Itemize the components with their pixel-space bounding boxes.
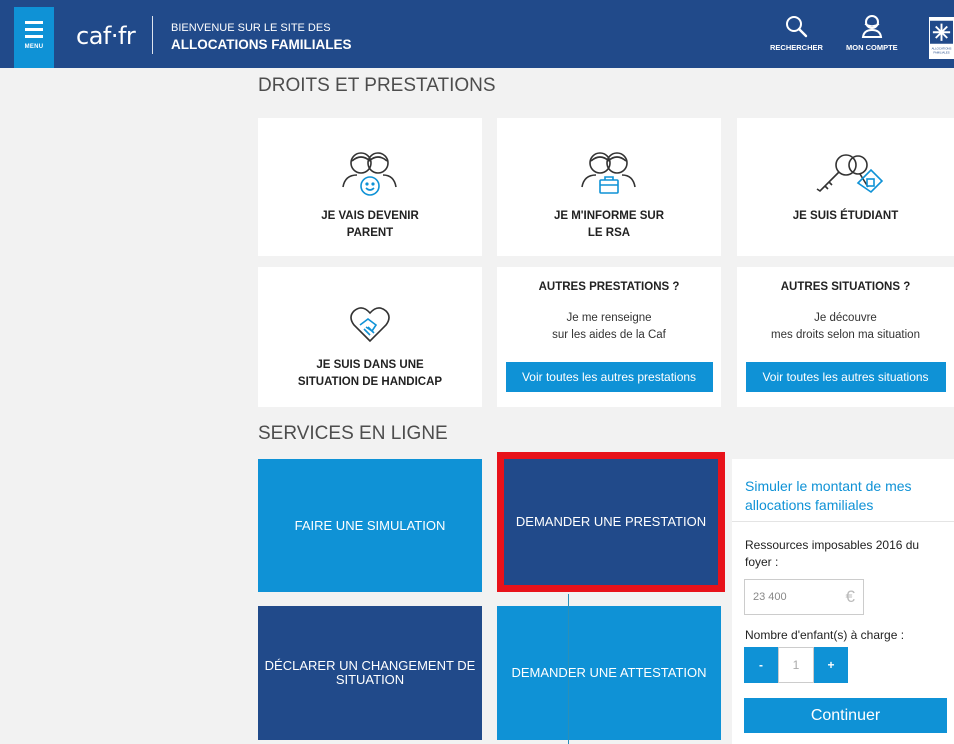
account-button[interactable]: MON COMPTE <box>846 14 898 52</box>
euro-icon: € <box>845 587 855 606</box>
section-title-services: SERVICES EN LIGNE <box>258 423 448 444</box>
card-desc-line1: Je découvre <box>814 312 877 324</box>
account-label: MON COMPTE <box>846 43 898 52</box>
user-icon <box>861 15 882 38</box>
tile-declarer-changement[interactable]: DÉCLARER UN CHANGEMENT DE SITUATION <box>258 606 482 740</box>
welcome-text: BIENVENUE SUR LE SITE DES ALLOCATIONS FA… <box>171 22 352 52</box>
card-title-line2: PARENT <box>346 227 394 239</box>
resources-label-line2: foyer : <box>745 555 779 569</box>
card-autres-prestations: AUTRES PRESTATIONS ? Je me renseigne sur… <box>497 267 721 407</box>
resources-label: Ressources imposables 2016 du foyer : <box>745 537 919 571</box>
tile-demander-attestation[interactable]: DEMANDER UNE ATTESTATION <box>497 606 721 740</box>
tile-demander-prestation[interactable]: DEMANDER UNE PRESTATION <box>497 452 725 592</box>
search-label: RECHERCHER <box>770 43 823 52</box>
resources-label-line1: Ressources imposables 2016 du <box>745 538 920 552</box>
children-count-input[interactable]: 1 <box>778 647 814 683</box>
tile-label-line2: SITUATION <box>335 672 405 687</box>
card-devenir-parent[interactable]: JE VAIS DEVENIR PARENT <box>258 118 482 256</box>
resources-input[interactable]: 23 400 € <box>744 579 864 615</box>
snowflake-family-icon: ALLOCATIONS FAMILIALES <box>930 18 953 58</box>
search-icon <box>786 16 808 38</box>
section-title-droits: DROITS ET PRESTATIONS <box>258 75 496 96</box>
simulator-title-line1: Simuler le montant de mes <box>745 478 912 494</box>
card-autres-situations: AUTRES SITUATIONS ? Je découvre mes droi… <box>737 267 954 407</box>
card-desc-line2: mes droits selon ma situation <box>771 329 920 341</box>
card-title: JE SUIS ÉTUDIANT <box>792 210 899 222</box>
hamburger-bar <box>25 35 43 38</box>
allocations-familiales-logo[interactable]: ALLOCATIONS FAMILIALES <box>929 17 954 59</box>
card-title-line1: JE SUIS DANS UNE <box>316 359 424 371</box>
welcome-line1: BIENVENUE SUR LE SITE DES <box>171 22 331 34</box>
tile-label-line1: DÉCLARER UN CHANGEMENT DE <box>264 658 476 673</box>
card-desc-line1: Je me renseigne <box>566 312 652 324</box>
card-handicap[interactable]: JE SUIS DANS UNE SITUATION DE HANDICAP <box>258 267 482 407</box>
children-label: Nombre d'enfant(s) à charge : <box>745 628 905 642</box>
menu-button[interactable]: MENU <box>14 7 54 68</box>
continue-button[interactable]: Continuer <box>744 698 947 733</box>
hamburger-icon <box>25 21 43 24</box>
card-rsa[interactable]: JE M'INFORME SUR LE RSA <box>497 118 721 256</box>
card-title-line1: JE M'INFORME SUR <box>553 210 665 222</box>
autres-situations-button[interactable]: Voir toutes les autres situations <box>745 362 946 392</box>
card-title-line2: SITUATION DE HANDICAP <box>297 376 443 388</box>
autres-prestations-button[interactable]: Voir toutes les autres prestations <box>505 362 713 392</box>
card-etudiant[interactable]: JE SUIS ÉTUDIANT <box>737 118 954 256</box>
simulator-title[interactable]: Simuler le montant de mes allocations fa… <box>745 477 912 515</box>
caf-logo[interactable]: caf·fr <box>76 22 136 50</box>
site-header: MENU caf·fr BIENVENUE SUR LE SITE DES AL… <box>0 0 954 68</box>
decrement-button[interactable]: - <box>744 647 778 683</box>
card-title-line2: LE RSA <box>587 227 631 239</box>
search-button[interactable]: RECHERCHER <box>770 14 823 52</box>
hamburger-bar <box>25 28 43 31</box>
welcome-line2: ALLOCATIONS FAMILIALES <box>171 37 352 52</box>
card-desc-line2: sur les aides de la Caf <box>552 329 666 341</box>
parents-baby-icon <box>339 144 401 204</box>
menu-label: MENU <box>24 44 44 50</box>
people-briefcase-icon <box>578 144 640 204</box>
card-title-line1: JE VAIS DEVENIR <box>321 210 419 222</box>
text-cursor <box>568 594 569 744</box>
card-title: AUTRES SITUATIONS ? <box>780 281 911 293</box>
increment-button[interactable]: + <box>814 647 848 683</box>
svg-text:FAMILIALES: FAMILIALES <box>933 50 949 54</box>
logo-divider <box>152 16 153 54</box>
heart-handshake-icon <box>348 299 392 351</box>
tile-faire-simulation[interactable]: FAIRE UNE SIMULATION <box>258 459 482 592</box>
simulator-panel: Simuler le montant de mes allocations fa… <box>732 459 954 744</box>
simulator-divider <box>732 521 954 522</box>
resources-value: 23 400 <box>753 591 787 603</box>
card-title: AUTRES PRESTATIONS ? <box>538 281 680 293</box>
key-house-icon <box>808 144 884 204</box>
simulator-title-line2: allocations familiales <box>745 497 874 513</box>
